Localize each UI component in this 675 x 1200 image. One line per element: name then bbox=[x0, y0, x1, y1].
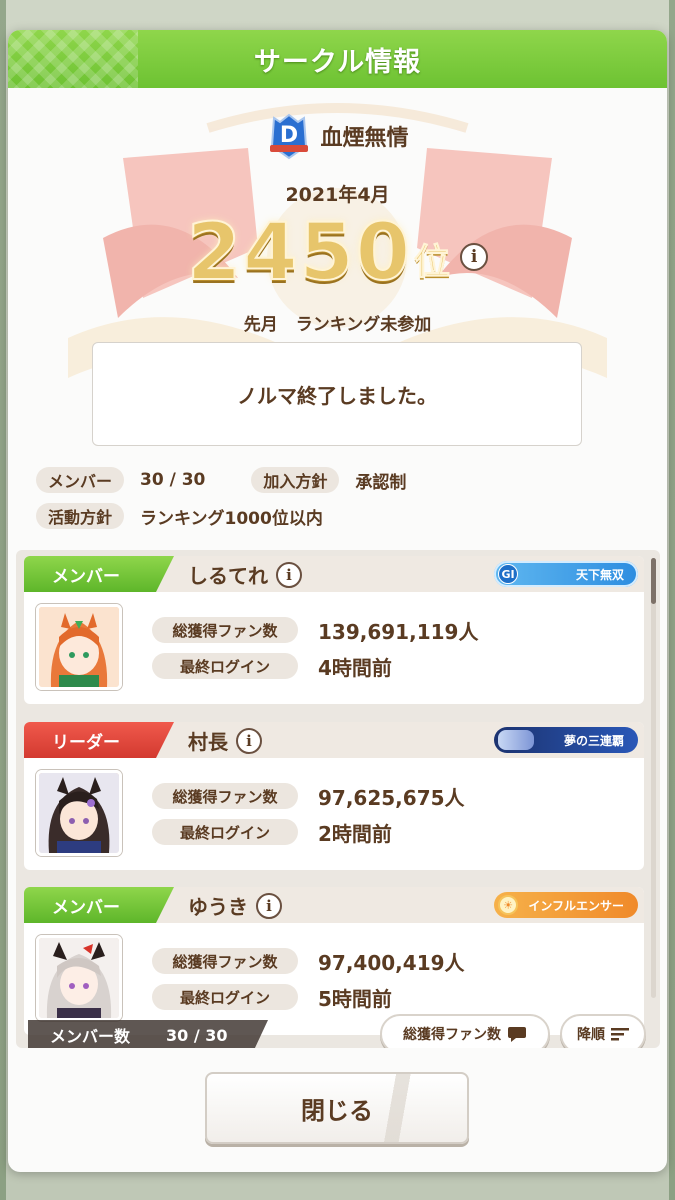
rank-letter: D bbox=[280, 123, 298, 148]
comment-icon bbox=[508, 1027, 526, 1042]
header-pattern bbox=[8, 30, 138, 88]
sort-order-button[interactable]: 降順 bbox=[560, 1014, 646, 1048]
member-title-badge[interactable]: GI 天下無双 bbox=[494, 561, 638, 587]
fans-value: 97,625,675人 bbox=[318, 785, 465, 810]
member-count-label: メンバー数 bbox=[50, 1027, 131, 1046]
login-stat: 最終ログイン 2時間前 bbox=[152, 814, 465, 850]
circle-meta: メンバー 30 / 30 加入方針 承認制 活動方針 ランキング1000位以内 bbox=[36, 462, 406, 534]
member-card[interactable]: メンバー ゆうき i ☀ インフルエンサー 総獲得ファン数 97,400,419… bbox=[24, 887, 644, 1035]
member-card[interactable]: リーダー 村長 i 夢の三連覇 総獲得ファン数 97,625,675人 最終ログ… bbox=[24, 722, 644, 870]
quota-message: ノルマ終了しました。 bbox=[237, 383, 437, 408]
scrollbar-thumb[interactable] bbox=[651, 558, 656, 604]
member-list-scrollbar[interactable] bbox=[651, 558, 656, 998]
member-list[interactable]: メンバー しるてれ i GI 天下無双 総獲得ファン数 139,691,119人… bbox=[16, 550, 660, 1048]
circle-rank-emblem: D bbox=[266, 112, 312, 160]
member-avatar[interactable] bbox=[36, 770, 122, 856]
g1-icon: GI bbox=[498, 564, 518, 584]
member-name-row: 村長 i bbox=[188, 726, 262, 755]
login-label: 最終ログイン bbox=[152, 819, 298, 845]
ranking-row: 2450 位 i bbox=[8, 208, 667, 298]
login-value: 5時間前 bbox=[318, 986, 392, 1011]
fans-value: 97,400,419人 bbox=[318, 950, 465, 975]
sort-key-button[interactable]: 総獲得ファン数 bbox=[380, 1014, 550, 1048]
member-stats: 総獲得ファン数 139,691,119人 最終ログイン 4時間前 bbox=[152, 612, 478, 684]
sun-icon: ☀ bbox=[498, 895, 518, 915]
member-name: 村長 bbox=[188, 730, 228, 754]
member-count-bar: メンバー数 30 / 30 bbox=[28, 1020, 268, 1048]
role-tag-member: メンバー bbox=[24, 887, 174, 923]
member-card-header: リーダー 村長 i 夢の三連覇 bbox=[24, 722, 644, 758]
member-title-badge[interactable]: ☀ インフルエンサー bbox=[494, 892, 638, 918]
meta-row-activity: 活動方針 ランキング1000位以内 bbox=[36, 498, 406, 534]
sort-order-label: 降順 bbox=[577, 1027, 605, 1043]
member-stats: 総獲得ファン数 97,625,675人 最終ログイン 2時間前 bbox=[152, 778, 465, 850]
activity-label: 活動方針 bbox=[36, 503, 125, 529]
members-value: 30 / 30 bbox=[140, 470, 206, 490]
member-name: しるてれ bbox=[188, 564, 268, 588]
last-month-label: 先月 bbox=[243, 315, 278, 335]
member-stats: 総獲得ファン数 97,400,419人 最終ログイン 5時間前 bbox=[152, 943, 465, 1015]
fans-stat: 総獲得ファン数 97,400,419人 bbox=[152, 943, 465, 979]
ranking-info-icon[interactable]: i bbox=[460, 243, 489, 271]
role-tag-leader: リーダー bbox=[24, 722, 174, 758]
member-avatar[interactable] bbox=[36, 935, 122, 1021]
fans-label: 総獲得ファン数 bbox=[152, 617, 298, 643]
circle-name: 血煙無情 bbox=[320, 126, 409, 151]
ranking-unit: 位 bbox=[414, 242, 451, 284]
member-card-header: メンバー ゆうき i ☀ インフルエンサー bbox=[24, 887, 644, 923]
activity-value: ランキング1000位以内 bbox=[140, 508, 323, 529]
member-info-icon[interactable]: i bbox=[276, 561, 302, 588]
dialog-header: サークル情報 bbox=[8, 30, 667, 88]
ranking-month: 2021年4月 bbox=[285, 184, 390, 206]
member-avatar[interactable] bbox=[36, 604, 122, 690]
badge-label: 天下無双 bbox=[575, 567, 624, 582]
login-stat: 最終ログイン 5時間前 bbox=[152, 979, 465, 1015]
member-card-header: メンバー しるてれ i GI 天下無双 bbox=[24, 556, 644, 592]
member-name: ゆうき bbox=[188, 895, 248, 919]
badge-label: インフルエンサー bbox=[528, 898, 624, 913]
member-name-row: ゆうき i bbox=[188, 891, 282, 920]
login-stat: 最終ログイン 4時間前 bbox=[152, 648, 478, 684]
close-button-label: 閉じる bbox=[301, 1096, 373, 1125]
last-month-value: ランキング未参加 bbox=[295, 315, 432, 335]
join-policy-value: 承認制 bbox=[355, 472, 407, 493]
sort-lines-icon bbox=[611, 1028, 629, 1041]
fans-label: 総獲得ファン数 bbox=[152, 948, 298, 974]
login-value: 4時間前 bbox=[318, 655, 392, 680]
fans-value: 139,691,119人 bbox=[318, 619, 479, 644]
members-label: メンバー bbox=[36, 467, 125, 493]
circle-info-dialog: サークル情報 D 血煙無情 2021年4月 2450 位 i 先月 ランキング未… bbox=[8, 30, 667, 1172]
fans-label: 総獲得ファン数 bbox=[152, 783, 298, 809]
last-month-ranking: 先月 ランキング未参加 bbox=[8, 310, 667, 335]
trophy-thumbnail-icon bbox=[498, 730, 534, 750]
member-info-icon[interactable]: i bbox=[256, 892, 282, 919]
login-label: 最終ログイン bbox=[152, 653, 298, 679]
quota-message-box: ノルマ終了しました。 bbox=[92, 342, 582, 446]
role-tag-member: メンバー bbox=[24, 556, 174, 592]
member-card[interactable]: メンバー しるてれ i GI 天下無双 総獲得ファン数 139,691,119人… bbox=[24, 556, 644, 704]
member-name-row: しるてれ i bbox=[188, 560, 302, 589]
circle-name-row: D 血煙無情 bbox=[8, 112, 667, 160]
fans-stat: 総獲得ファン数 97,625,675人 bbox=[152, 778, 465, 814]
join-policy-label: 加入方針 bbox=[251, 467, 340, 493]
sort-key-label: 総獲得ファン数 bbox=[403, 1027, 501, 1043]
close-button[interactable]: 閉じる bbox=[205, 1072, 469, 1144]
member-info-icon[interactable]: i bbox=[236, 727, 262, 754]
ranking-number: 2450 bbox=[186, 208, 413, 298]
login-value: 2時間前 bbox=[318, 821, 392, 846]
dialog-title: サークル情報 bbox=[253, 46, 422, 78]
meta-row-members: メンバー 30 / 30 加入方針 承認制 bbox=[36, 462, 406, 498]
member-title-badge[interactable]: 夢の三連覇 bbox=[494, 727, 638, 753]
member-count-value: 30 / 30 bbox=[166, 1025, 228, 1045]
fans-stat: 総獲得ファン数 139,691,119人 bbox=[152, 612, 478, 648]
badge-label: 夢の三連覇 bbox=[563, 733, 624, 748]
login-label: 最終ログイン bbox=[152, 984, 298, 1010]
